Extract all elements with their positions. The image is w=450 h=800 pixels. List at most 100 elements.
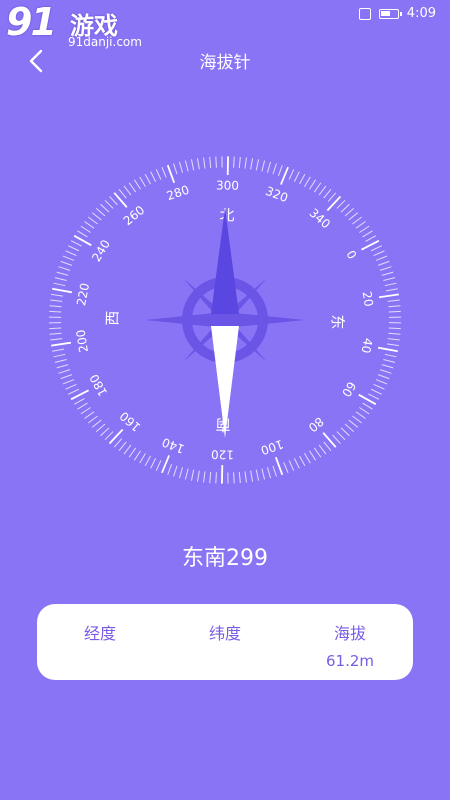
dial-tick — [355, 221, 366, 229]
dial-label: 320 — [264, 184, 290, 205]
dial-tick — [384, 353, 397, 358]
dial-tick — [49, 310, 62, 313]
longitude-label: 经度 — [83, 624, 116, 643]
latitude-label: 纬度 — [208, 624, 241, 643]
dial-tick — [344, 423, 355, 433]
dial-tick — [52, 348, 65, 352]
dial-tick — [100, 427, 110, 437]
dial-tick — [327, 192, 337, 202]
heading-reading: 东南299 — [182, 546, 268, 571]
dial-tick — [304, 176, 311, 187]
dial-tick — [381, 271, 394, 276]
dial-tick — [272, 465, 277, 477]
dial-tick — [167, 464, 173, 475]
dial-tick — [379, 369, 392, 374]
dial-tick — [378, 293, 399, 299]
dial-tick — [49, 332, 62, 335]
dial-tick — [52, 287, 73, 294]
dial-tick — [108, 428, 124, 445]
dial-tick — [299, 173, 306, 185]
dial-tick — [359, 407, 370, 415]
dial-tick — [91, 212, 102, 221]
dial-tick — [215, 156, 217, 168]
dial-tick — [323, 441, 332, 452]
dial-tick — [288, 460, 295, 471]
dial-tick — [144, 455, 151, 467]
dial-label: 120 — [211, 447, 234, 461]
dial-tick — [352, 415, 363, 424]
dial-tick — [336, 199, 346, 209]
dial-tick — [155, 460, 162, 471]
dial-tick — [383, 358, 396, 363]
dial-tick — [323, 188, 332, 199]
dial-tick — [173, 465, 178, 477]
dial-label: 40 — [359, 337, 376, 355]
dial-tick — [87, 216, 98, 225]
dial-tick — [178, 161, 184, 173]
dial-tick — [332, 434, 341, 444]
dial-tick — [184, 468, 189, 480]
dial-tick — [277, 165, 283, 176]
dial-tick — [173, 163, 178, 175]
dial-tick — [318, 444, 327, 455]
dial-label: 20 — [360, 290, 376, 307]
dial-tick — [128, 182, 137, 193]
dial-tick — [58, 266, 71, 271]
dial-tick — [348, 212, 359, 221]
dial-tick — [388, 305, 401, 308]
dial-label: 260 — [121, 203, 148, 228]
dial-label: 200 — [74, 329, 91, 354]
dial-tick — [370, 245, 383, 252]
dial-tick — [73, 398, 85, 405]
dial-tick — [381, 364, 394, 369]
dial-tick — [54, 358, 67, 363]
dial-tick — [65, 383, 77, 390]
dial-label: 220 — [74, 282, 92, 307]
dial-direction-west: 西 — [103, 311, 121, 326]
dial-tick — [344, 207, 355, 217]
dial-tick — [113, 438, 123, 448]
dial-tick — [283, 462, 289, 473]
dial-tick — [255, 469, 260, 481]
dial-tick — [375, 379, 388, 385]
dial-tick — [123, 185, 132, 196]
dial-tick — [370, 388, 383, 395]
dial-tick — [379, 266, 392, 271]
dial-tick — [50, 299, 63, 302]
dial-tick — [203, 471, 206, 483]
dial-tick — [280, 166, 289, 185]
dial-tick — [49, 305, 62, 308]
dial-tick — [104, 199, 114, 209]
dial-tick — [272, 163, 277, 175]
dial-tick — [77, 402, 88, 410]
dial-tick — [293, 458, 300, 469]
dial-tick — [362, 230, 373, 238]
dial-tick — [144, 173, 151, 185]
dial-label: 100 — [259, 437, 285, 458]
dial-label: 80 — [306, 414, 327, 434]
dial-tick — [387, 299, 400, 302]
dial-tick — [77, 230, 88, 238]
dial-tick — [178, 467, 184, 479]
dial-tick — [386, 343, 399, 347]
dial-tick — [51, 341, 72, 347]
dial-tick — [155, 169, 162, 180]
dial-tick — [54, 277, 67, 282]
dial-tick — [50, 338, 63, 341]
dial-tick — [359, 225, 370, 233]
dial-tick — [377, 260, 390, 266]
dial-tick — [53, 282, 66, 287]
dial-tick — [95, 207, 106, 217]
dial-tick — [190, 159, 195, 171]
dial-tick — [373, 383, 385, 390]
dial-tick — [336, 431, 346, 441]
dial-tick — [377, 346, 398, 353]
dial-tick — [293, 171, 300, 182]
dial-tick — [80, 225, 91, 233]
dial-tick — [84, 221, 95, 229]
dial-direction-north: 北 — [219, 206, 234, 224]
battery-icon — [378, 8, 402, 19]
dial-tick — [215, 472, 217, 484]
dial-label: 300 — [216, 178, 239, 192]
dial-tick — [150, 458, 157, 469]
